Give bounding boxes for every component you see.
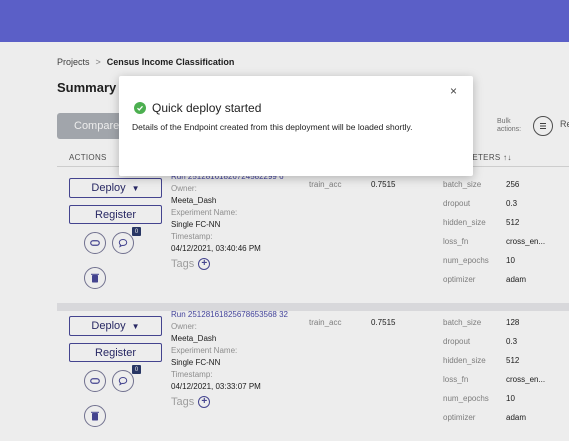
notification-title-text: Quick deploy started [152, 101, 262, 115]
quick-deploy-notification: × Quick deploy started Details of the En… [119, 76, 473, 176]
top-app-bar [0, 0, 569, 42]
notification-title: Quick deploy started [134, 101, 261, 115]
close-icon[interactable]: × [450, 84, 457, 98]
notification-body: Details of the Endpoint created from thi… [132, 122, 413, 132]
check-circle-icon [134, 102, 146, 114]
